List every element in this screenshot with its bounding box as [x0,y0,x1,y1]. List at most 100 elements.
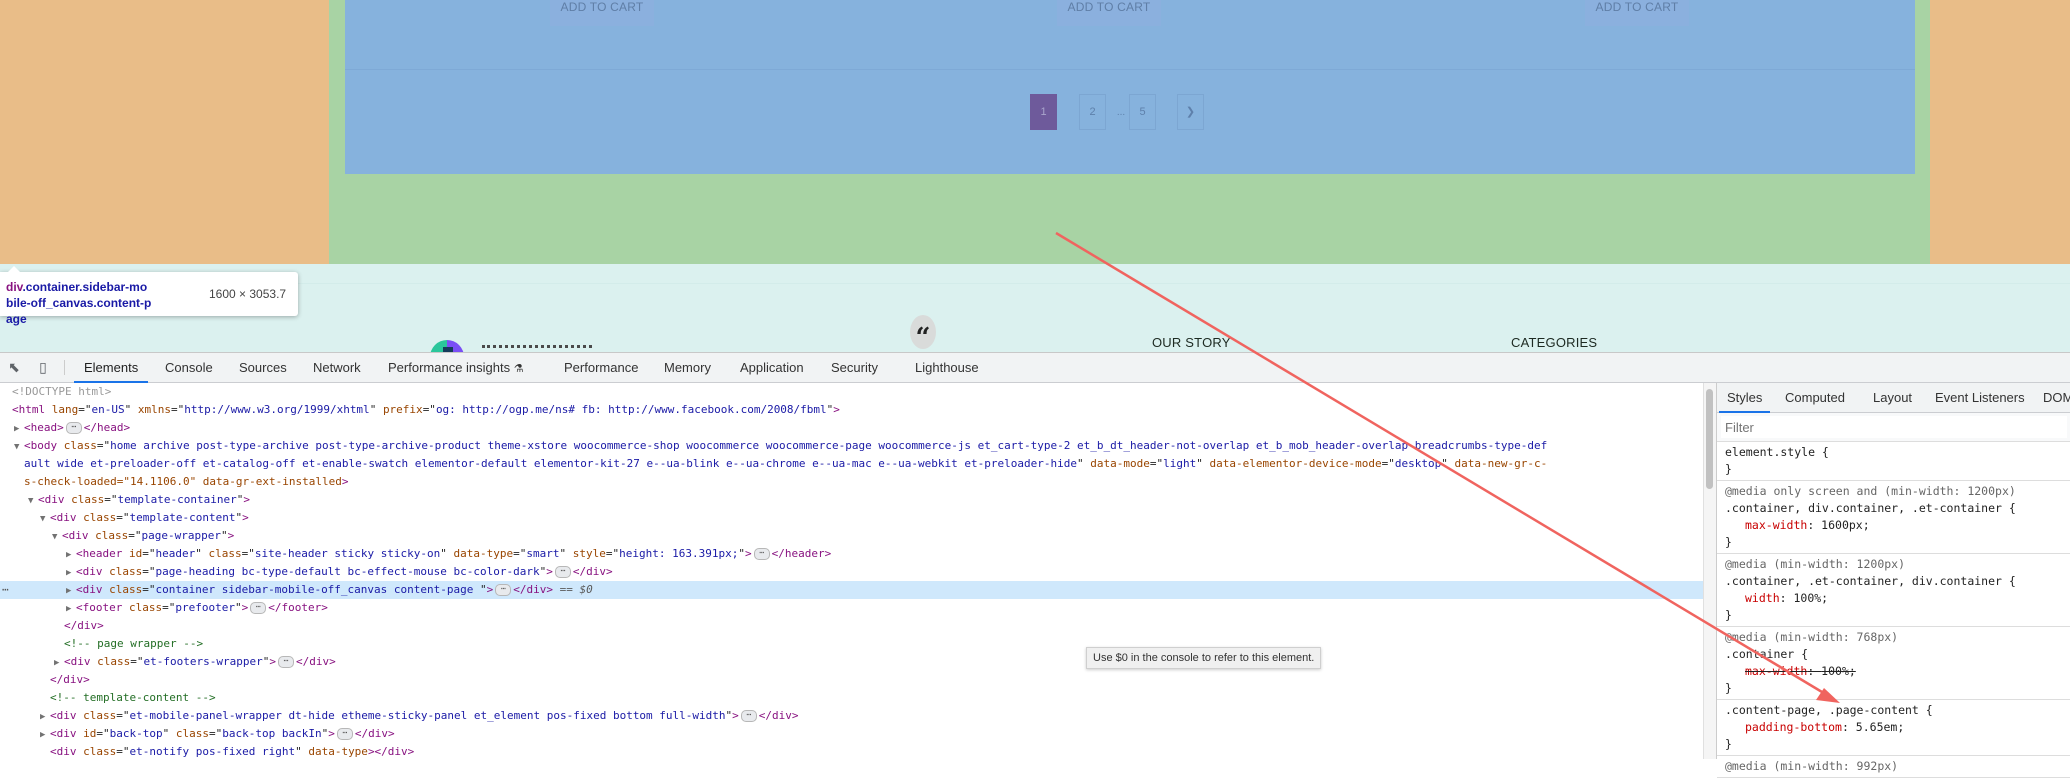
collapsed-ellipsis-icon[interactable]: ⋯ [336,728,353,740]
site-logo-text [482,345,592,351]
style-rule[interactable]: @media (min-width: 992px) [1717,756,2070,778]
comment-text: <!-- template-content --> [50,691,216,704]
site-logo-icon[interactable] [430,340,464,352]
dom-tree-scrollbar[interactable] [1703,383,1716,759]
rule-declaration-overridden[interactable]: max-width: 100%; [1725,663,2070,680]
tab-performance-insights-label: Performance insights [388,360,511,375]
dom-node-back-top[interactable]: ▶ <div id="back-top" class="back-top back… [0,725,1703,743]
dom-node-mobile-panel[interactable]: ▶ <div class="et-mobile-panel-wrapper dt-… [0,707,1703,725]
collapsed-ellipsis-icon[interactable]: ⋯ [554,566,571,578]
collapsed-ellipsis-icon[interactable]: ⋯ [495,584,512,596]
tab-application[interactable]: Application [740,353,804,382]
expand-triangle-icon[interactable]: ▶ [66,582,76,600]
style-rule[interactable]: @media only screen and (min-width: 1200p… [1717,481,2070,554]
rule-selector: .content-page, .page-content { [1725,703,1933,717]
dom-node-close-div: </div> [50,673,90,686]
attr-value: et-footers-wrapper [143,655,263,668]
body-class-value: home archive post-type-archive post-type… [110,439,1548,452]
tab-network[interactable]: Network [313,353,361,382]
inspect-element-icon[interactable]: ⬉ [6,359,22,375]
content-highlight [345,0,1915,174]
dom-node-template-content[interactable]: ▼ <div class="template-content"> [0,509,1703,527]
expand-triangle-icon[interactable]: ▶ [66,600,76,618]
page-button[interactable]: 2 [1079,94,1106,130]
tab-performance[interactable]: Performance [564,353,638,382]
collapsed-ellipsis-icon[interactable]: ⋯ [250,602,267,614]
dom-node-footers-wrapper[interactable]: ▶ <div class="et-footers-wrapper"> ⋯ </div> [0,653,1703,671]
styles-filter-bar [1717,413,2070,442]
dom-node-template-container[interactable]: ▼ <div class="template-container"> [0,491,1703,509]
subtab-layout[interactable]: Layout [1873,383,1912,412]
rule-declaration[interactable]: width: 100%; [1725,590,2070,607]
margin-highlight-left [0,0,329,264]
dom-node-doctype[interactable]: <!DOCTYPE html> [0,383,1703,401]
devtools-tabbar: ⬉ ▯ Elements Console Sources Network Per… [0,353,2070,383]
collapse-triangle-icon[interactable]: ▼ [14,438,24,456]
device-toolbar-icon[interactable]: ▯ [35,359,51,375]
collapsed-ellipsis-icon[interactable]: ⋯ [740,710,757,722]
add-to-cart-button[interactable]: ADD TO CART [1585,0,1689,26]
rule-declaration[interactable]: padding-bottom: 5.65em; [1725,719,2070,736]
expand-triangle-icon[interactable]: ▶ [40,726,50,744]
add-to-cart-button[interactable]: ADD TO CART [550,0,654,26]
add-to-cart-button[interactable]: ADD TO CART [1057,0,1161,26]
page-viewport: ADD TO CART ADD TO CART ADD TO CART 1 2 … [0,0,2070,352]
dom-node-page-heading[interactable]: ▶ <div class="page-heading bc-type-defaul… [0,563,1703,581]
inspect-tooltip-size: 1600 × 3053.7 [209,287,287,301]
collapsed-ellipsis-icon[interactable]: ⋯ [65,422,82,434]
subtab-styles[interactable]: Styles [1718,383,1771,413]
attr-value: header [155,547,196,560]
expand-triangle-icon[interactable]: ▶ [66,564,76,582]
footer-heading-our-story: OUR STORY [1152,335,1231,350]
scrollbar-thumb[interactable] [1706,389,1713,489]
subtab-event-listeners[interactable]: Event Listeners [1935,383,2025,412]
collapse-triangle-icon[interactable]: ▼ [52,528,62,546]
next-page-button[interactable]: ❯ [1177,94,1204,130]
dom-node-html[interactable]: <html lang="en-US" xmlns="http://www.w3.… [0,401,1703,419]
attr-value: en-US [91,403,125,416]
attr-value: template-container [117,493,237,506]
tab-sources[interactable]: Sources [239,353,287,382]
attr-name: lang [51,403,79,416]
attr-value: page-heading bc-type-default bc-effect-m… [155,565,540,578]
attr-name: prefix [382,403,423,416]
dom-node-head[interactable]: ▶ <head> ⋯ </head> [0,419,1703,437]
rule-declaration[interactable]: max-width: 1600px; [1725,517,2070,534]
tab-lighthouse[interactable]: Lighthouse [915,353,979,382]
expand-triangle-icon[interactable]: ▶ [14,420,24,438]
page-button[interactable]: 5 [1129,94,1156,130]
collapsed-ellipsis-icon[interactable]: ⋯ [753,548,770,560]
dom-node-page-wrapper[interactable]: ▼ <div class="page-wrapper"> [0,527,1703,545]
attr-value: site-header sticky sticky-on [254,547,441,560]
collapsed-ellipsis-icon[interactable]: ⋯ [277,656,294,668]
attr-name: data-mode [1090,457,1150,470]
expand-triangle-icon[interactable]: ▶ [66,546,76,564]
page-button-current[interactable]: 1 [1030,94,1057,130]
dom-node-header[interactable]: ▶ <header id="header" class="site-header … [0,545,1703,563]
style-rule[interactable]: .content-page, .page-content { padding-b… [1717,700,2070,756]
subtab-computed[interactable]: Computed [1785,383,1845,412]
tab-console[interactable]: Console [165,353,213,382]
tab-performance-insights[interactable]: Performance insights ⚗ [388,353,524,382]
collapse-triangle-icon[interactable]: ▼ [28,492,38,510]
style-rule[interactable]: @media (min-width: 1200px) .container, .… [1717,554,2070,627]
css-value: 100%; [1793,591,1829,605]
dom-node-selected-container[interactable]: ⋯ ▶ <div class="container sidebar-mobile-… [0,581,1703,599]
tab-elements[interactable]: Elements [73,353,149,383]
expand-triangle-icon[interactable]: ▶ [54,654,64,672]
subtab-dom[interactable]: DOM [2043,383,2070,412]
tab-memory[interactable]: Memory [664,353,711,382]
dom-node-prefooter[interactable]: ▶ <footer class="prefooter"> ⋯ </footer> [0,599,1703,617]
styles-filter-input[interactable] [1721,416,2067,438]
more-actions-icon[interactable]: ⋯ [2,581,9,599]
collapse-triangle-icon[interactable]: ▼ [40,510,50,528]
devtools-panel: ⬉ ▯ Elements Console Sources Network Per… [0,352,2070,778]
dom-node-notify[interactable]: <div class="et-notify pos-fixed right" d… [0,743,1703,759]
tab-security[interactable]: Security [831,353,878,382]
style-rule[interactable]: @media (min-width: 768px) .container { m… [1717,627,2070,700]
css-property: padding-bottom [1745,720,1842,734]
expand-triangle-icon[interactable]: ▶ [40,708,50,726]
rule-media: @media (min-width: 1200px) [1725,557,1906,571]
style-rule[interactable]: element.style { } [1717,442,2070,481]
dom-node-body[interactable]: ▼ <body class="home archive post-type-arc… [0,437,1703,455]
